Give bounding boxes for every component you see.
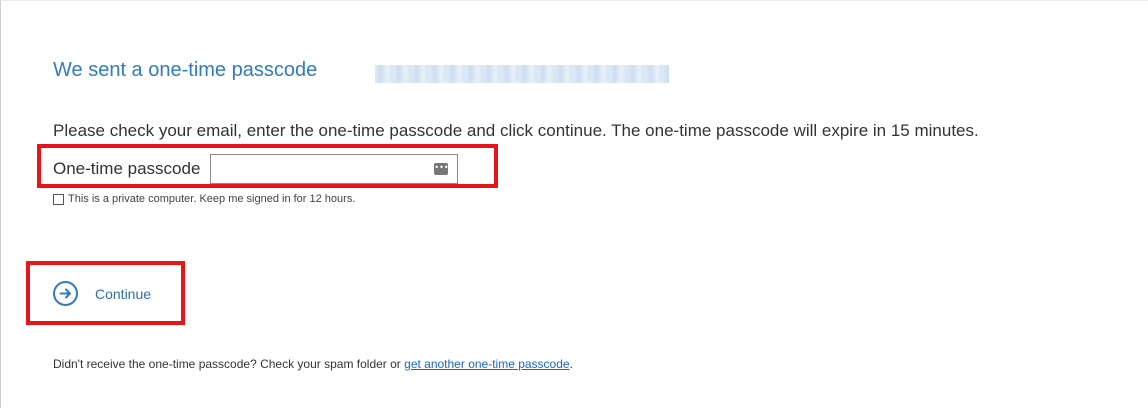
redacted-email bbox=[375, 65, 669, 83]
footer-text: Didn't receive the one-time passcode? Ch… bbox=[53, 357, 573, 371]
keep-signed-in-checkbox[interactable] bbox=[53, 193, 64, 205]
highlight-box-continue bbox=[26, 261, 185, 325]
footer-suffix: . bbox=[569, 357, 573, 371]
instructions-text: Please check your email, enter the one-t… bbox=[53, 121, 979, 140]
resend-passcode-link[interactable]: get another one-time passcode bbox=[404, 357, 569, 371]
highlight-box-otp bbox=[37, 144, 498, 188]
keep-signed-in-row: This is a private computer. Keep me sign… bbox=[53, 193, 355, 205]
keep-signed-in-label: This is a private computer. Keep me sign… bbox=[68, 193, 356, 205]
page-title: We sent a one-time passcode bbox=[53, 59, 318, 81]
otp-page: We sent a one-time passcode Please check… bbox=[0, 0, 1148, 408]
footer-message: Didn't receive the one-time passcode? Ch… bbox=[53, 357, 405, 371]
